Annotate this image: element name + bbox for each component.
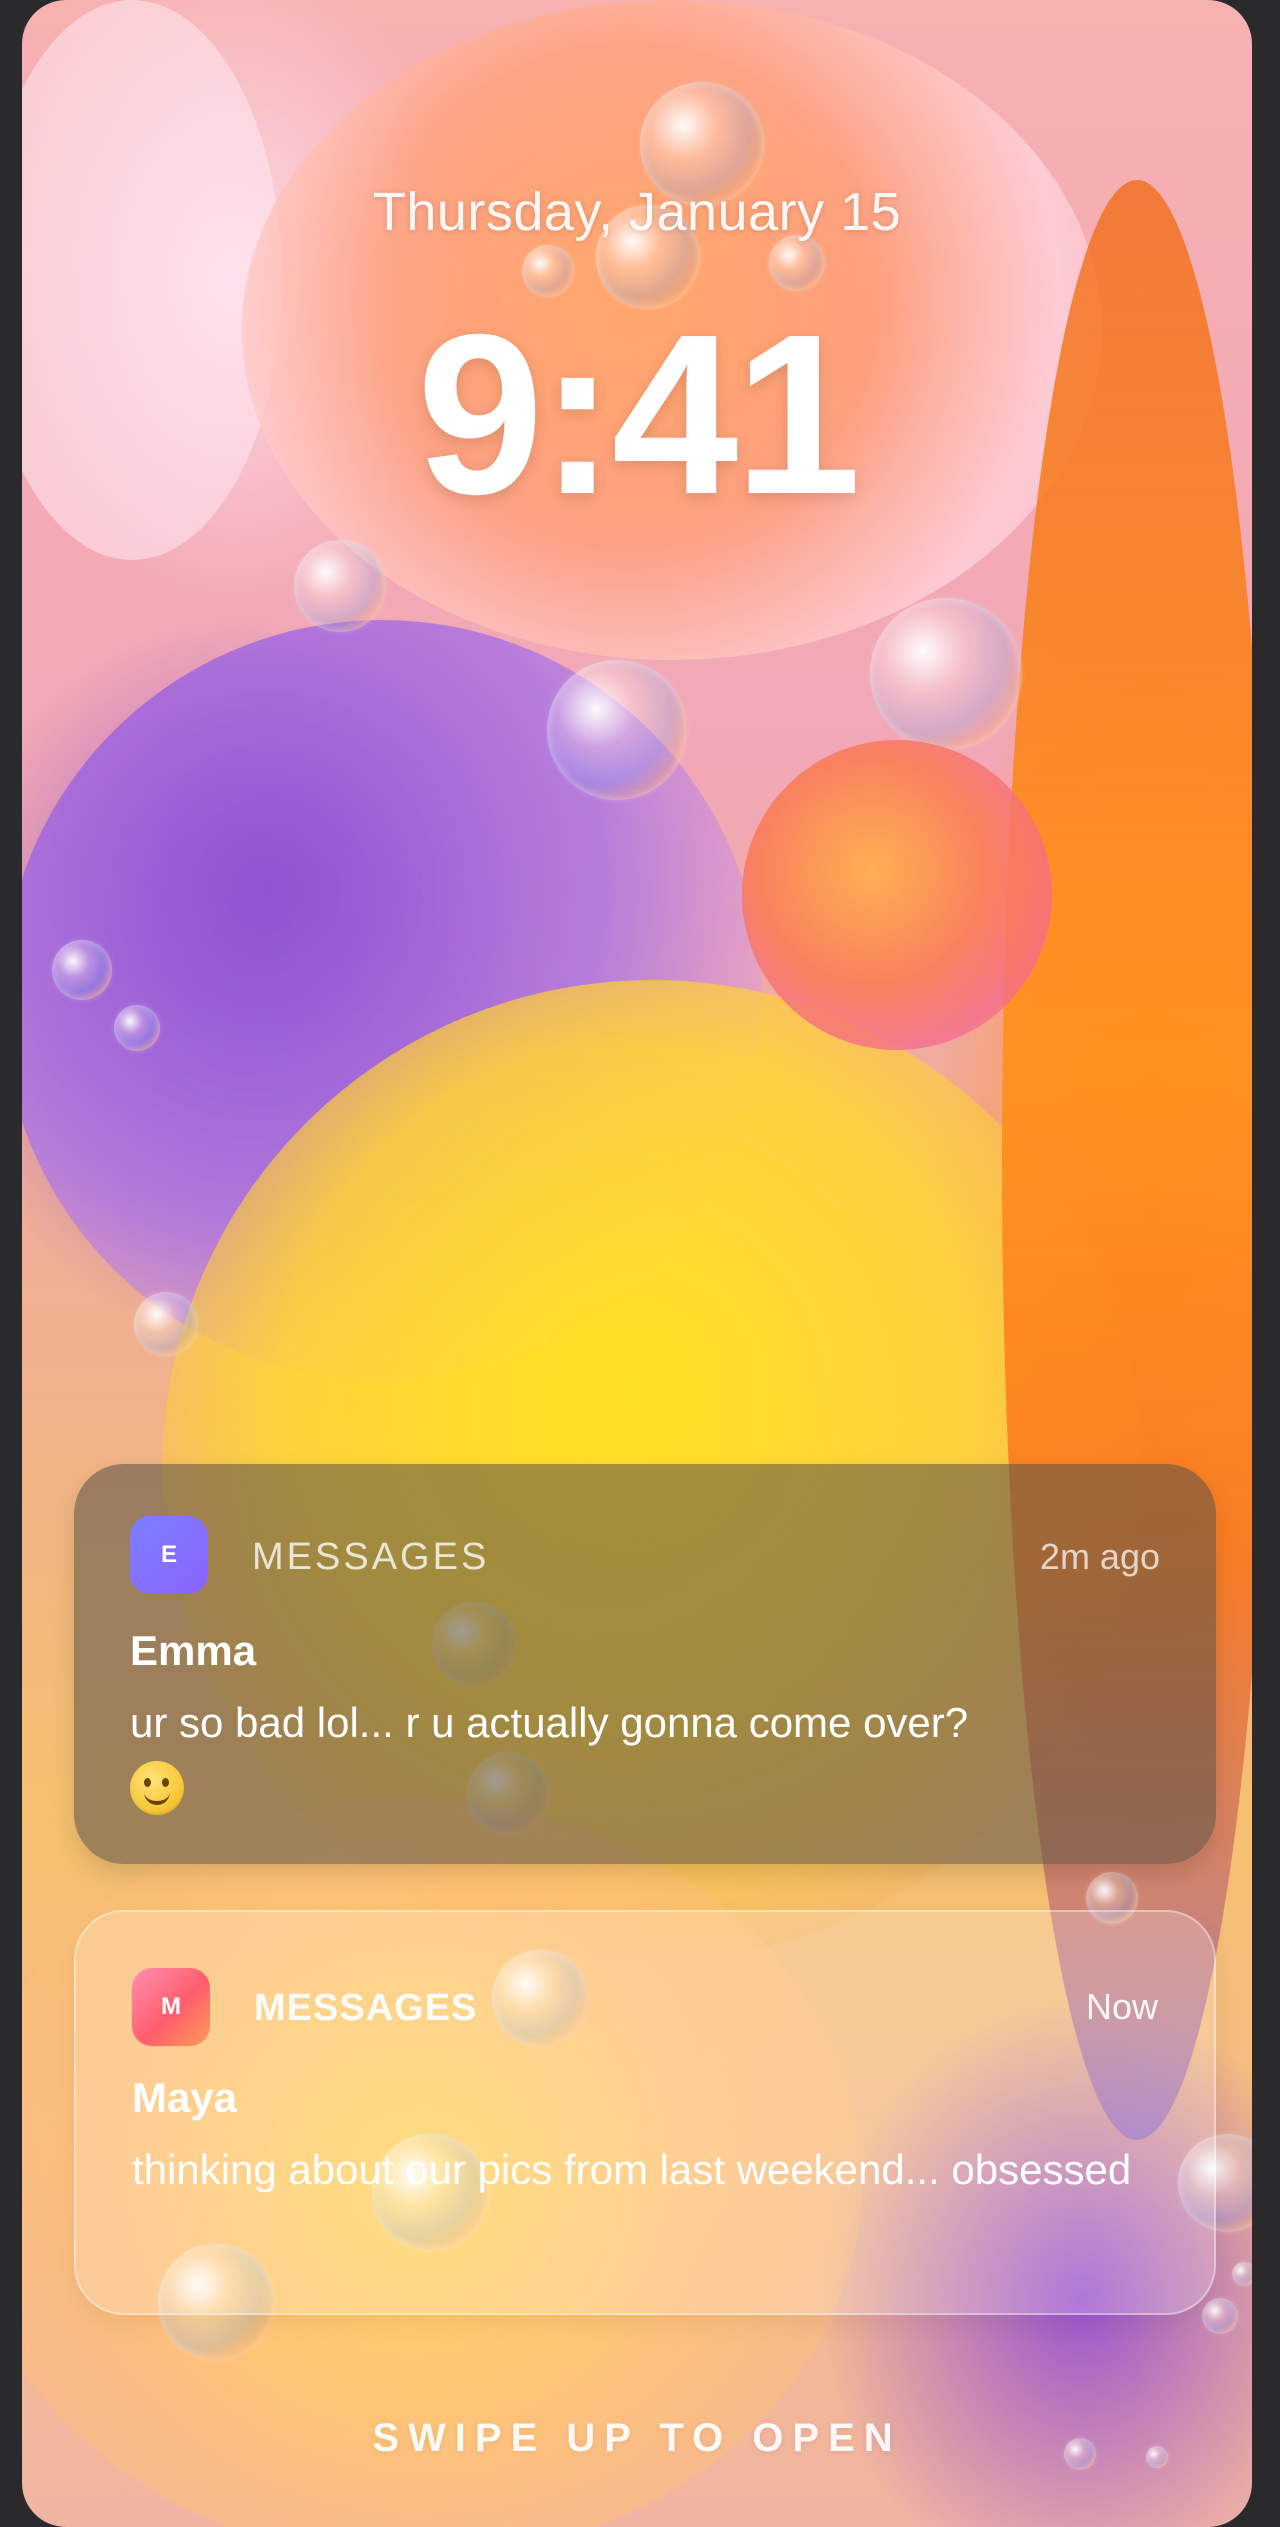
bubble-decoration [870, 598, 1022, 750]
bubble-decoration [1232, 2262, 1252, 2286]
wink-face-emoji-icon [130, 1760, 184, 1815]
bubble-decoration [134, 1292, 198, 1356]
notification-timestamp: Now [1085, 1986, 1158, 2027]
notification-message-text: ur so bad lol... r u actually gonna come… [130, 1699, 969, 1746]
notification-card-maya[interactable]: M MESSAGES Now Maya thinking about our p… [74, 1910, 1216, 2315]
bubble-decoration [114, 1005, 160, 1051]
notification-app-name: MESSAGES [254, 1987, 478, 2029]
bubble-decoration [52, 940, 112, 1000]
notification-app-name: MESSAGES [252, 1536, 490, 1578]
app-icon-letter: E [160, 1541, 177, 1568]
notification-timestamp: 2m ago [1039, 1536, 1160, 1577]
lock-screen: Thursday, January 15 9:41 E MESSAGES 2m … [22, 0, 1252, 2527]
notification-message: ur so bad lol... r u actually gonna come… [130, 1691, 1170, 1821]
messages-app-icon: E [130, 1516, 208, 1594]
bubble-decoration [742, 740, 1052, 1050]
notification-message: thinking about our pics from last weeken… [132, 2146, 1132, 2193]
bubble-decoration [294, 540, 386, 632]
messages-app-icon: M [132, 1968, 210, 2046]
notification-card-emma[interactable]: E MESSAGES 2m ago Emma ur so bad lol... … [74, 1464, 1216, 1864]
swipe-up-hint[interactable]: SWIPE UP TO OPEN [22, 2416, 1252, 2460]
lock-screen-time: 9:41 [416, 288, 861, 542]
notification-sender: Maya [132, 2074, 238, 2121]
bubble-decoration [769, 235, 825, 291]
lock-screen-date: Thursday, January 15 [372, 182, 902, 242]
app-icon-letter: M [161, 1993, 181, 2020]
notification-sender: Emma [130, 1627, 257, 1674]
bubble-decoration [547, 660, 687, 800]
bubble-decoration [1202, 2298, 1238, 2334]
wink-face-emoji [130, 1757, 1170, 1821]
